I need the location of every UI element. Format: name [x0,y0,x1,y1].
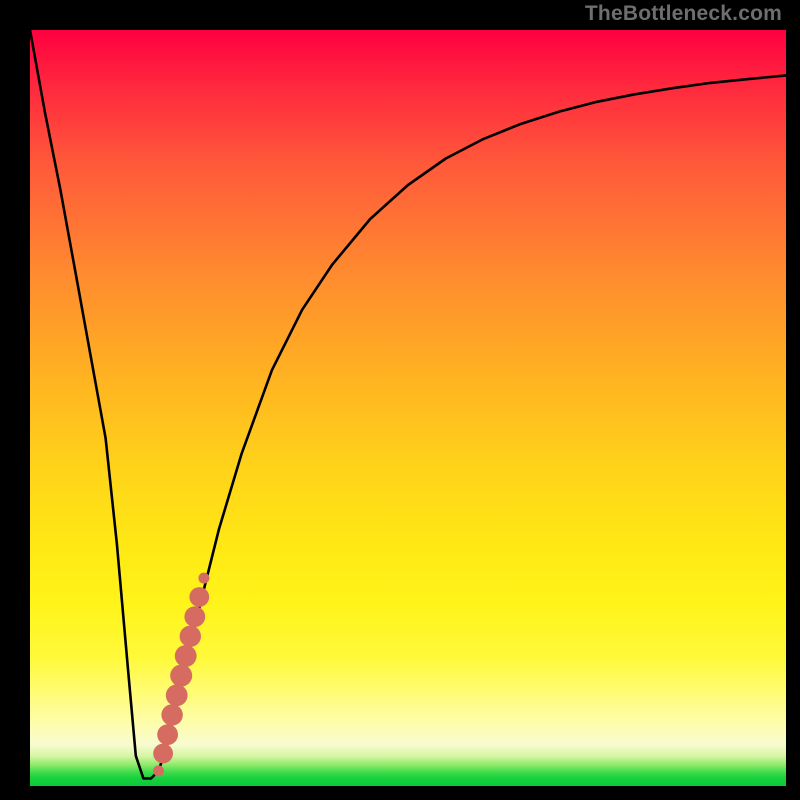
highlight-marker [175,645,197,667]
highlight-marker [180,626,201,647]
highlight-marker [153,765,164,776]
highlight-marker [189,587,209,607]
highlight-marker [161,704,182,725]
plot-area [30,30,786,786]
watermark-text: TheBottleneck.com [585,2,782,26]
bottleneck-curve [30,30,786,778]
highlight-marker [184,606,205,627]
curve-layer [30,30,786,786]
highlight-marker [166,684,188,706]
highlight-markers [153,573,209,777]
highlight-marker [157,724,178,745]
chart-frame: TheBottleneck.com [0,0,800,800]
highlight-marker [170,665,192,687]
highlight-marker [198,573,209,584]
highlight-marker [153,744,173,764]
